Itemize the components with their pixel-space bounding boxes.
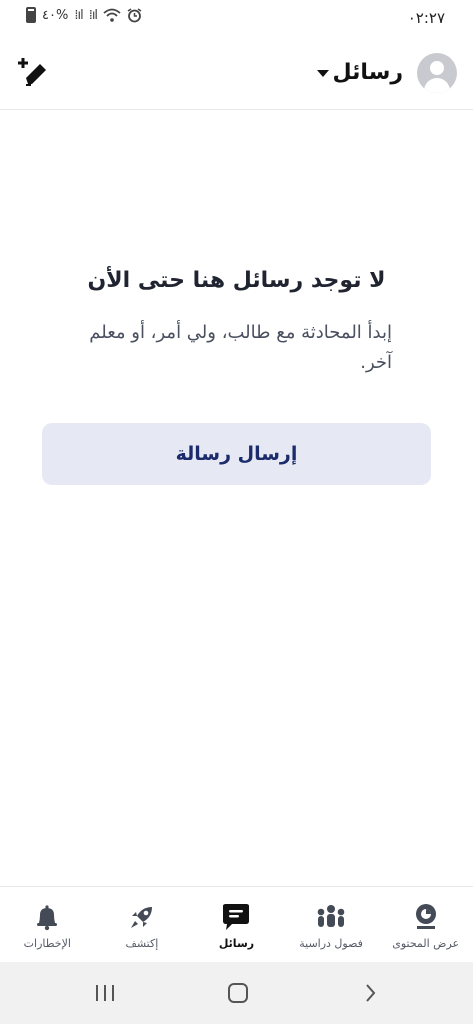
page-title: رسائل [332,60,403,85]
battery-percent: ٤٠% [42,7,69,23]
signal-icon: ⁞ıl [74,7,83,23]
recents-icon[interactable] [85,978,125,1008]
bottom-nav: الإخطارات إكتشف رسائل فصول دراسية عرض ال… [0,886,473,962]
nav-item-content[interactable]: عرض المحتوى [378,887,473,962]
nav-item-discover[interactable]: إكتشف [95,887,190,962]
compose-message-icon[interactable] [16,56,50,90]
battery-icon [26,7,36,23]
back-icon[interactable] [350,978,390,1008]
status-time: ٠٢:٢٧ [407,9,445,27]
content-icon [408,901,444,933]
nav-item-classes[interactable]: فصول دراسية [284,887,379,962]
nav-item-messages[interactable]: رسائل [189,887,284,962]
nav-label: الإخطارات [23,937,71,950]
caret-down-icon [316,70,329,77]
home-icon[interactable] [218,978,258,1008]
user-avatar-icon[interactable] [417,53,457,93]
header: رسائل [0,40,473,110]
nav-label: عرض المحتوى [392,937,460,950]
status-icons: ٤٠% ⁞ıl ⁞ıl [26,7,142,23]
empty-state-title: لا توجد رسائل هنا حتى الأن [87,268,386,293]
nav-item-notifications[interactable]: الإخطارات [0,887,95,962]
title-dropdown[interactable]: رسائل [316,60,403,85]
wifi-icon [103,8,121,22]
nav-label: إكتشف [125,937,159,950]
empty-state-subtitle: إبدأ المحادثة مع طالب، ولي أمر، أو معلم … [89,322,392,373]
bell-icon [29,901,65,933]
classes-icon [313,901,349,933]
signal-icon: ⁞ıl [88,7,98,23]
system-nav-bar [0,962,473,1024]
nav-label: رسائل [218,937,255,950]
messages-icon [218,901,254,933]
send-message-button[interactable]: إرسال رسالة [42,423,431,485]
nav-label: فصول دراسية [299,937,363,950]
status-bar: ٤٠% ⁞ıl ⁞ıl ٠٢:٢٧ [0,0,473,36]
rocket-icon [124,901,160,933]
alarm-icon [127,7,142,22]
